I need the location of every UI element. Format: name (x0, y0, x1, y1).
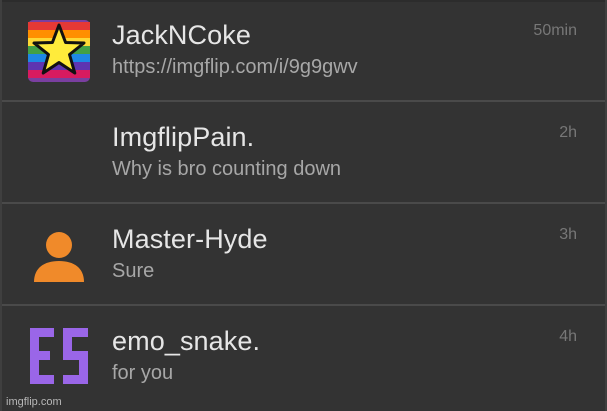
conversation-list: JackNCoke https://imgflip.com/i/9g9gwv 5… (2, 0, 605, 411)
conversation-row[interactable]: JackNCoke https://imgflip.com/i/9g9gwv 5… (2, 0, 605, 102)
conversation-preview: Sure (112, 260, 155, 282)
es-letters-icon[interactable] (28, 326, 90, 388)
imgflip-watermark: imgflip.com (6, 396, 62, 408)
conversation-list-panel: JackNCoke https://imgflip.com/i/9g9gwv 5… (0, 0, 607, 411)
conversation-timestamp: 2h (559, 124, 577, 141)
default-user-icon[interactable] (28, 224, 90, 286)
conversation-timestamp: 50min (533, 22, 577, 39)
conversation-timestamp: 4h (559, 328, 577, 345)
conversation-row[interactable]: Master-Hyde Sure 3h (2, 204, 605, 306)
conversation-preview: Why is bro counting down (112, 158, 342, 180)
conversation-username[interactable]: emo_snake. (112, 326, 260, 357)
rainbow-star-icon[interactable] (28, 20, 90, 82)
conversation-username[interactable]: ImgflipPain. (112, 122, 254, 153)
conversation-row[interactable]: emo_snake. for you 4h (2, 306, 605, 411)
conversation-username[interactable]: JackNCoke (112, 20, 251, 51)
conversation-preview: https://imgflip.com/i/9g9gwv (112, 56, 358, 78)
conversation-row[interactable]: ImgflipPain. Why is bro counting down 2h (2, 102, 605, 204)
conversation-username[interactable]: Master-Hyde (112, 224, 268, 255)
conversation-preview: for you (112, 362, 174, 384)
conversation-timestamp: 3h (559, 226, 577, 243)
